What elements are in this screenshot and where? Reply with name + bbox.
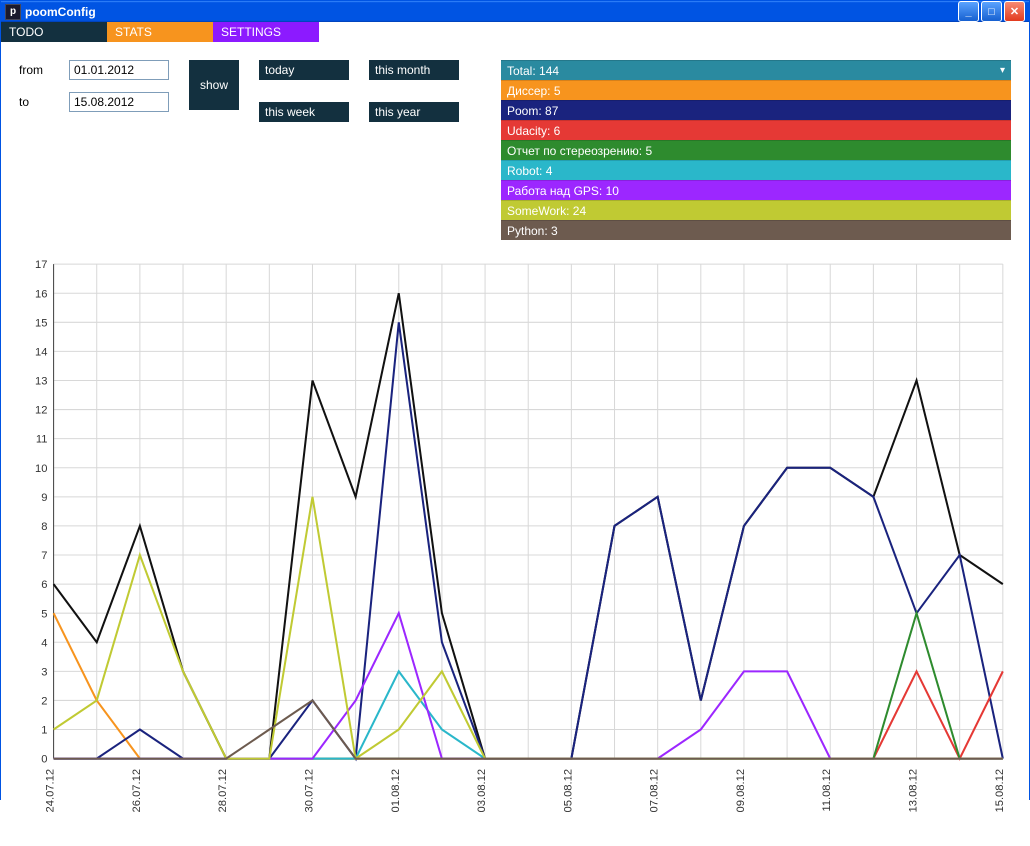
legend-item[interactable]: Python: 3 xyxy=(501,220,1011,240)
client-area: TODO STATS SETTINGS from to show today t… xyxy=(1,22,1029,846)
show-button[interactable]: show xyxy=(189,60,239,110)
svg-text:5: 5 xyxy=(41,608,47,620)
this-week-button[interactable]: this week xyxy=(259,102,349,122)
svg-text:13.08.12: 13.08.12 xyxy=(908,769,920,813)
svg-text:1: 1 xyxy=(41,725,47,737)
tab-bar: TODO STATS SETTINGS xyxy=(1,22,1029,42)
legend-item[interactable]: Total: 144▾ xyxy=(501,60,1011,80)
maximize-button[interactable]: □ xyxy=(981,1,1002,22)
svg-text:28.07.12: 28.07.12 xyxy=(217,769,229,813)
app-icon: p xyxy=(5,4,21,20)
svg-text:4: 4 xyxy=(41,637,47,649)
svg-text:24.07.12: 24.07.12 xyxy=(45,769,57,813)
svg-text:10: 10 xyxy=(35,463,47,475)
chart-area: 0123456789101112131415161724.07.1226.07.… xyxy=(17,258,1013,830)
titlebar[interactable]: p poomConfig _ □ ✕ xyxy=(1,1,1029,22)
svg-text:26.07.12: 26.07.12 xyxy=(131,769,143,813)
svg-text:11: 11 xyxy=(36,434,48,446)
legend-item[interactable]: Udacity: 6 xyxy=(501,120,1011,140)
svg-text:0: 0 xyxy=(41,754,47,766)
svg-text:7: 7 xyxy=(41,550,47,562)
tab-settings[interactable]: SETTINGS xyxy=(213,22,319,42)
dropdown-icon: ▾ xyxy=(1000,65,1005,76)
svg-text:11.08.12: 11.08.12 xyxy=(821,769,833,812)
legend: Total: 144▾Диссер: 5Poom: 87Udacity: 6От… xyxy=(501,60,1011,240)
today-button[interactable]: today xyxy=(259,60,349,80)
svg-text:05.08.12: 05.08.12 xyxy=(562,769,574,813)
legend-item[interactable]: SomeWork: 24 xyxy=(501,200,1011,220)
svg-text:15: 15 xyxy=(35,317,47,329)
svg-text:6: 6 xyxy=(41,579,47,591)
svg-text:03.08.12: 03.08.12 xyxy=(476,769,488,813)
legend-item[interactable]: Диссер: 5 xyxy=(501,80,1011,100)
tab-todo[interactable]: TODO xyxy=(1,22,107,42)
legend-item[interactable]: Robot: 4 xyxy=(501,160,1011,180)
svg-text:07.08.12: 07.08.12 xyxy=(649,769,661,813)
legend-item[interactable]: Работа над GPS: 10 xyxy=(501,180,1011,200)
svg-text:2: 2 xyxy=(41,696,47,708)
legend-item[interactable]: Отчет по стереозрению: 5 xyxy=(501,140,1011,160)
controls-row: from to show today this week this month … xyxy=(1,42,1029,248)
svg-text:3: 3 xyxy=(41,666,47,678)
close-button[interactable]: ✕ xyxy=(1004,1,1025,22)
window-title: poomConfig xyxy=(25,5,96,19)
minimize-button[interactable]: _ xyxy=(958,1,979,22)
svg-text:01.08.12: 01.08.12 xyxy=(390,769,402,813)
svg-text:12: 12 xyxy=(35,405,47,417)
svg-text:9: 9 xyxy=(41,492,47,504)
app-window: p poomConfig _ □ ✕ TODO STATS SETTINGS f… xyxy=(0,0,1030,800)
svg-text:30.07.12: 30.07.12 xyxy=(303,769,315,813)
from-date-input[interactable] xyxy=(69,60,169,80)
date-filter: from to xyxy=(19,60,169,112)
to-label: to xyxy=(19,95,61,109)
this-month-button[interactable]: this month xyxy=(369,60,459,80)
legend-item[interactable]: Poom: 87 xyxy=(501,100,1011,120)
svg-text:14: 14 xyxy=(35,346,47,358)
from-label: from xyxy=(19,63,61,77)
svg-text:8: 8 xyxy=(41,521,47,533)
this-year-button[interactable]: this year xyxy=(369,102,459,122)
svg-text:17: 17 xyxy=(35,259,47,271)
to-date-input[interactable] xyxy=(69,92,169,112)
svg-text:09.08.12: 09.08.12 xyxy=(735,769,747,813)
svg-text:13: 13 xyxy=(35,376,47,388)
line-chart: 0123456789101112131415161724.07.1226.07.… xyxy=(17,258,1013,830)
svg-text:16: 16 xyxy=(35,288,47,300)
svg-text:15.08.12: 15.08.12 xyxy=(994,769,1006,813)
tab-stats[interactable]: STATS xyxy=(107,22,213,42)
